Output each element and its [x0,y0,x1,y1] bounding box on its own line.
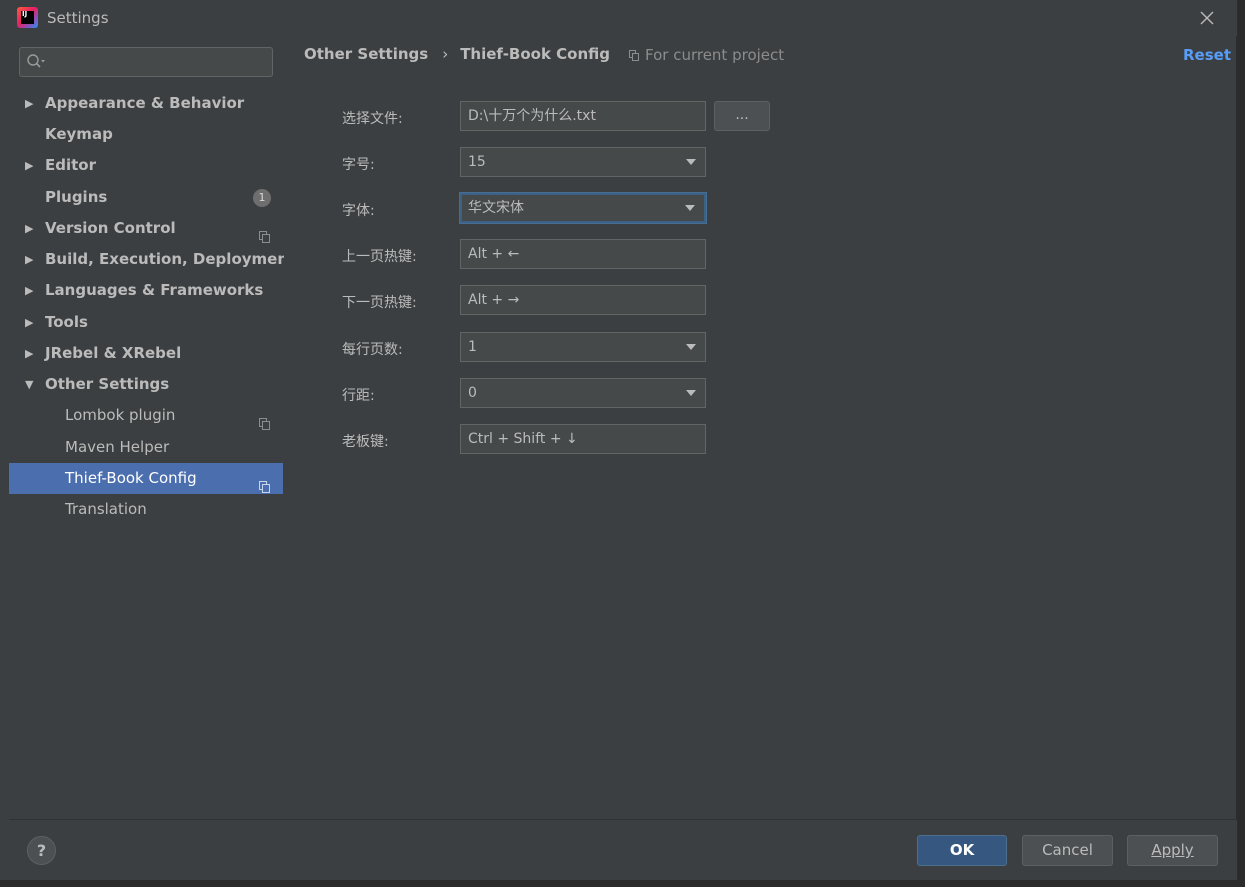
sidebar-item-build-execution-deployment[interactable]: ▶ Build, Execution, Deployment [9,244,295,275]
sidebar-item-tools[interactable]: ▶ Tools [9,307,283,338]
next-page-hotkey-label: 下一页热键: [342,295,417,311]
prev-page-hotkey-field[interactable]: Alt + ← [460,239,706,269]
sidebar-item-label: Languages & Frameworks [45,281,264,299]
apply-button[interactable]: Apply [1127,835,1218,866]
ok-button[interactable]: OK [917,835,1007,866]
reset-link[interactable]: Reset [1183,46,1231,64]
sidebar-item-keymap[interactable]: Keymap [9,119,283,150]
scope-indicator: For current project [629,46,784,64]
expand-arrow-icon[interactable]: ▶ [25,307,37,338]
sidebar-item-version-control[interactable]: ▶ Version Control [9,213,283,244]
search-input[interactable] [19,47,273,77]
font-size-select[interactable]: 15 [460,147,706,177]
apply-button-label: Apply [1151,841,1194,859]
pages-per-line-select[interactable]: 1 [460,332,706,362]
sidebar-item-editor[interactable]: ▶ Editor [9,150,283,181]
sidebar-item-label: Build, Execution, Deployment [45,250,296,268]
expand-arrow-icon[interactable]: ▶ [25,244,37,275]
dropdown-arrow-icon [686,159,696,165]
background-window-edge-bottom [0,880,1245,887]
plugins-update-badge: 1 [253,189,271,207]
expand-arrow-icon[interactable]: ▶ [25,88,37,119]
sidebar-item-label: Maven Helper [65,438,170,456]
prev-page-hotkey-label: 上一页热键: [342,249,417,265]
line-spacing-label: 行距: [342,388,375,404]
boss-key-field[interactable]: Ctrl + Shift + ↓ [460,424,706,454]
file-label: 选择文件: [342,111,403,127]
sidebar-item-appearance-behavior[interactable]: ▶ Appearance & Behavior [9,88,283,119]
dropdown-arrow-icon [686,344,696,350]
close-icon[interactable] [1196,7,1218,29]
settings-dialog: IJ Settings ▶ Appearance & Behavior Keym… [0,0,1237,880]
sidebar-item-label: Lombok plugin [65,406,176,424]
cancel-button[interactable]: Cancel [1022,835,1113,866]
font-size-value: 15 [468,154,486,170]
sidebar-item-label: Other Settings [45,375,170,393]
expand-arrow-icon[interactable]: ▶ [25,338,37,369]
project-scope-icon [259,473,270,493]
expand-arrow-icon[interactable]: ▶ [25,213,37,244]
scope-label: For current project [645,46,785,64]
sidebar-item-label: Keymap [45,125,113,143]
pages-per-line-label: 每行页数: [342,342,403,358]
title-bar[interactable]: IJ Settings [0,0,1237,36]
breadcrumb-separator: › [442,45,449,63]
sidebar-item-label: Version Control [45,219,176,237]
boss-key-label: 老板键: [342,434,389,450]
sidebar-item-label: Plugins [45,188,108,206]
sidebar-item-label: Translation [65,500,147,518]
sidebar-item-thief-book-config[interactable]: Thief-Book Config [9,463,283,494]
dropdown-arrow-icon [685,205,695,211]
search-icon [26,53,46,71]
font-label: 字体: [342,203,375,219]
breadcrumb-parent[interactable]: Other Settings [304,45,428,63]
breadcrumb-current: Thief-Book Config [460,45,611,63]
project-scope-icon [629,47,639,61]
sidebar-item-lombok-plugin[interactable]: Lombok plugin [9,400,283,431]
sidebar-item-languages-frameworks[interactable]: ▶ Languages & Frameworks [9,275,283,306]
window-title: Settings [47,9,109,27]
sidebar-item-maven-helper[interactable]: Maven Helper [9,432,283,463]
project-scope-icon [259,223,270,243]
sidebar-item-label: Tools [45,313,88,331]
sidebar-item-label: Thief-Book Config [65,469,197,487]
browse-file-button[interactable]: ... [714,101,770,131]
sidebar-item-plugins[interactable]: Plugins 1 [9,182,283,213]
sidebar-item-label: JRebel & XRebel [45,344,182,362]
next-page-hotkey-field[interactable]: Alt + → [460,285,706,315]
breadcrumb: Other Settings › Thief-Book Config [304,45,610,63]
project-scope-icon [259,410,270,430]
dropdown-arrow-icon [686,390,696,396]
background-window-edge [1238,0,1245,887]
sidebar-item-translation[interactable]: Translation [9,494,283,525]
intellij-app-icon: IJ [17,7,38,28]
line-spacing-value: 0 [468,385,477,401]
expand-arrow-icon[interactable]: ▶ [25,275,37,306]
line-spacing-select[interactable]: 0 [460,378,706,408]
settings-content-panel [284,36,1236,819]
font-size-label: 字号: [342,157,375,173]
expand-arrow-icon[interactable]: ▶ [25,150,37,181]
font-family-select[interactable]: 华文宋体 [459,192,707,224]
sidebar-item-label: Appearance & Behavior [45,94,245,112]
settings-sidebar: ▶ Appearance & Behavior Keymap ▶ Editor … [9,36,295,819]
sidebar-item-other-settings[interactable]: ▼ Other Settings [9,369,283,400]
file-path-field[interactable]: D:\十万个为什么.txt [460,101,706,131]
collapse-arrow-icon[interactable]: ▼ [25,369,37,400]
font-family-value: 华文宋体 [468,200,524,216]
pages-per-line-value: 1 [468,339,477,355]
sidebar-item-label: Editor [45,156,96,174]
help-button[interactable]: ? [27,836,56,865]
sidebar-item-jrebel-xrebel[interactable]: ▶ JRebel & XRebel [9,338,283,369]
